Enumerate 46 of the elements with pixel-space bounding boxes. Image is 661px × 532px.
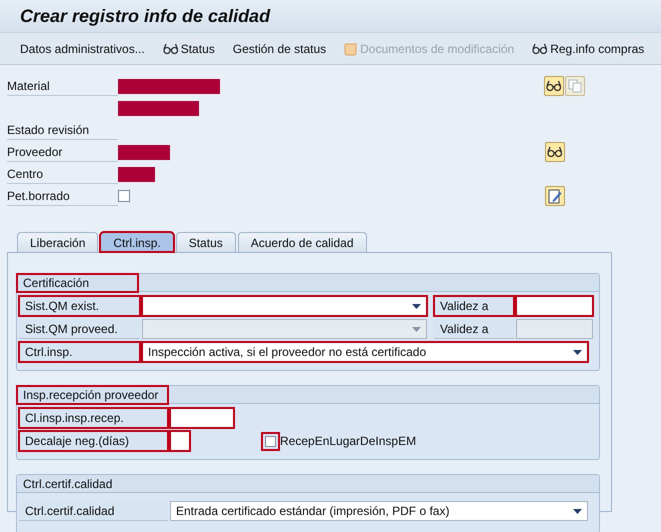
field-label: Estado revisión	[7, 120, 118, 140]
tab[interactable]: Ctrl.insp.	[100, 232, 174, 252]
checkbox[interactable]	[118, 190, 130, 202]
tab[interactable]: Liberación	[17, 232, 98, 252]
tab[interactable]: Status	[176, 232, 236, 252]
group-title: Certificación	[17, 274, 138, 292]
toolbar-button[interactable]: Status	[162, 40, 215, 58]
edit-icon	[548, 188, 562, 204]
copy-icon	[568, 79, 582, 93]
dropdown-field[interactable]: Entrada certificado estándar (impresión, PDF o fax)	[170, 501, 588, 521]
glasses-icon	[546, 80, 562, 92]
toolbar-button[interactable]: Gestión de status	[232, 40, 326, 58]
redaction-bar	[118, 144, 170, 160]
tab[interactable]: Acuerdo de calidad	[238, 232, 366, 252]
dropdown-value: Inspección activa, si el proveedor no está certificado	[148, 344, 426, 361]
group-title: Ctrl.certif.calidad	[22, 476, 114, 492]
window-title: Crear registro info de calidad	[20, 4, 270, 28]
dropdown-field[interactable]	[142, 296, 427, 316]
glasses-icon	[532, 42, 548, 54]
field-label: Decalaje neg.(días)	[19, 431, 168, 451]
dropdown-value: Entrada certificado estándar (impresión, PDF o fax)	[176, 503, 450, 520]
dropdown-arrow-icon	[573, 350, 582, 354]
field-label: Sist.QM exist.	[19, 296, 140, 316]
field-label: Validez a	[434, 296, 514, 316]
glasses-icon	[547, 146, 563, 158]
dropdown-field[interactable]: Inspección activa, si el proveedor no está certificado	[142, 342, 588, 362]
glasses-icon	[162, 42, 179, 54]
field-label: Ctrl.insp.	[19, 342, 140, 362]
dropdown-arrow-icon	[573, 508, 582, 514]
checkbox-label: RecepEnLugarDeInspEM	[280, 433, 416, 450]
display-button[interactable]	[545, 142, 565, 162]
edit-button[interactable]	[545, 186, 565, 206]
field-label: Pet.borrado	[7, 186, 118, 206]
input-field[interactable]	[516, 296, 593, 316]
field-label: Cl.insp.insp.recep.	[19, 408, 168, 428]
input-field[interactable]	[170, 431, 190, 451]
dropdown-arrow-icon	[412, 304, 421, 308]
toolbar-button[interactable]: Reg.info compras	[532, 40, 644, 58]
checkbox[interactable]	[265, 436, 276, 446]
input-field[interactable]	[170, 408, 234, 428]
toolbar-button[interactable]: Datos administrativos...	[20, 40, 145, 58]
field-label: Material	[7, 76, 118, 96]
display-button[interactable]	[544, 76, 564, 96]
group-title: Insp.recepción proveedor	[17, 386, 168, 404]
redaction-bar	[118, 166, 155, 182]
dropdown-arrow-icon	[412, 326, 421, 332]
